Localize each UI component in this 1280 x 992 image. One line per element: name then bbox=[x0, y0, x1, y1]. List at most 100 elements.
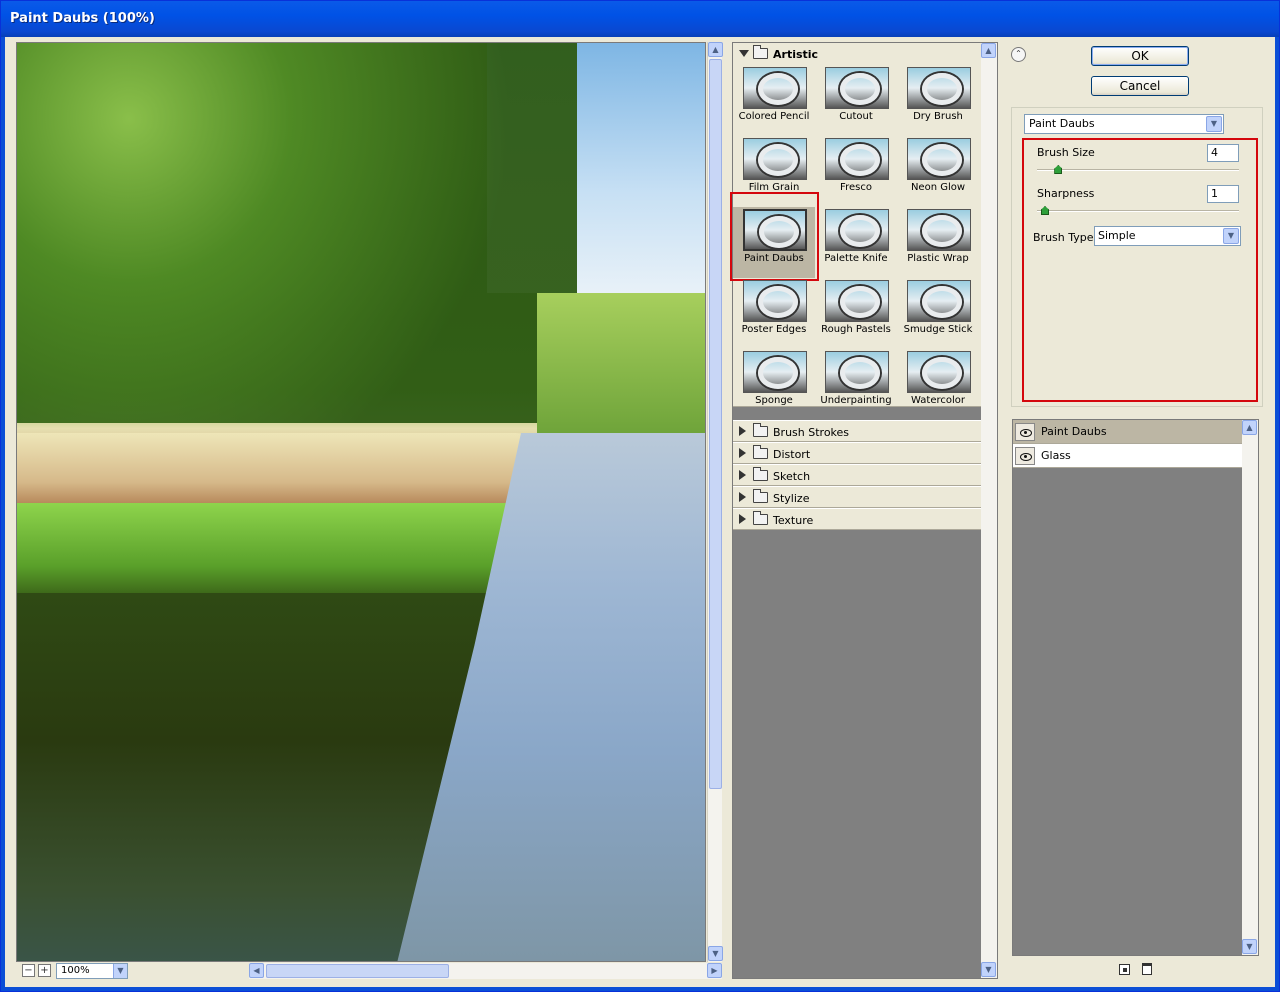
folder-open-icon bbox=[753, 45, 768, 59]
folder-icon bbox=[753, 511, 768, 525]
filter-thumbnail[interactable]: Underpainting bbox=[815, 349, 897, 420]
filter-thumbnail[interactable]: Dry Brush bbox=[897, 65, 979, 136]
folder-brush-strokes[interactable]: Brush Strokes bbox=[733, 420, 981, 442]
effect-layer-row[interactable]: Glass bbox=[1013, 444, 1243, 468]
window-title: Paint Daubs (100%) bbox=[10, 11, 155, 26]
filter-thumbnail-image bbox=[825, 138, 889, 180]
filter-thumbnail-label: Rough Pastels bbox=[821, 324, 891, 335]
triangle-down-icon bbox=[739, 50, 749, 57]
triangle-right-icon bbox=[739, 492, 746, 502]
sharpness-slider[interactable] bbox=[1037, 206, 1239, 215]
eye-icon[interactable] bbox=[1015, 423, 1035, 441]
brush-size-label: Brush Size bbox=[1037, 146, 1095, 159]
brush-size-input[interactable]: 4 bbox=[1207, 144, 1239, 162]
filter-thumbnail[interactable]: Plastic Wrap bbox=[897, 207, 979, 278]
triangle-right-icon bbox=[739, 470, 746, 480]
filter-thumbnail-image bbox=[825, 209, 889, 251]
folder-icon bbox=[753, 423, 768, 437]
preview-vertical-scrollbar[interactable]: ▲ ▼ bbox=[707, 42, 723, 962]
folder-stylize[interactable]: Stylize bbox=[733, 486, 981, 508]
zoom-out-button[interactable]: − bbox=[22, 964, 35, 977]
filter-thumbnail[interactable]: Rough Pastels bbox=[815, 278, 897, 349]
folder-label: Artistic bbox=[773, 48, 819, 61]
zoom-select[interactable]: 100% ▼ bbox=[56, 963, 128, 979]
filter-thumbnail[interactable]: Poster Edges bbox=[733, 278, 815, 349]
filter-thumbnail-label: Palette Knife bbox=[824, 253, 888, 264]
layers-scrollbar[interactable]: ▲ ▼ bbox=[1242, 420, 1258, 955]
cancel-button[interactable]: Cancel bbox=[1091, 76, 1189, 96]
triangle-right-icon bbox=[739, 448, 746, 458]
sharpness-slider-knob[interactable] bbox=[1041, 206, 1049, 215]
preview-horizontal-scrollbar[interactable]: ◀ ▶ bbox=[249, 963, 722, 979]
folder-label: Distort bbox=[773, 448, 811, 461]
filter-thumbnail-label: Colored Pencil bbox=[738, 111, 810, 122]
filter-thumbnail[interactable]: Watercolor bbox=[897, 349, 979, 420]
gallery-scroll-down[interactable]: ▼ bbox=[981, 962, 996, 977]
preview-hscroll-thumb[interactable] bbox=[266, 964, 449, 978]
gallery-scroll-up[interactable]: ▲ bbox=[981, 43, 996, 58]
eye-icon[interactable] bbox=[1015, 447, 1035, 465]
sharpness-input[interactable]: 1 bbox=[1207, 185, 1239, 203]
filter-thumbnail[interactable]: Fresco bbox=[815, 136, 897, 207]
filter-thumbnail-label: Fresco bbox=[840, 182, 872, 193]
filter-select[interactable]: Paint Daubs ▼ bbox=[1024, 114, 1224, 134]
delete-effect-layer-icon[interactable] bbox=[1142, 963, 1152, 975]
filter-thumbnail-label: Smudge Stick bbox=[903, 324, 973, 335]
filter-thumbnail[interactable]: Sponge bbox=[733, 349, 815, 420]
folder-texture[interactable]: Texture bbox=[733, 508, 981, 530]
folder-sketch[interactable]: Sketch bbox=[733, 464, 981, 486]
brush-size-slider[interactable] bbox=[1037, 165, 1239, 174]
gallery-scrollbar[interactable]: ▲ ▼ bbox=[981, 43, 997, 978]
preview-sand bbox=[17, 433, 557, 503]
folder-label: Brush Strokes bbox=[773, 426, 850, 439]
filter-thumbnail-image bbox=[743, 138, 807, 180]
collapse-gallery-icon[interactable]: ⌃ bbox=[1011, 47, 1026, 62]
new-effect-layer-icon[interactable] bbox=[1119, 964, 1130, 975]
filter-thumbnail-image bbox=[825, 67, 889, 109]
zoom-in-button[interactable]: + bbox=[38, 964, 51, 977]
filter-thumbnail-label: Neon Glow bbox=[910, 182, 966, 193]
folder-icon bbox=[753, 489, 768, 503]
effect-layers-panel: Paint Daubs Glass ▲ ▼ bbox=[1012, 419, 1259, 956]
scroll-down-button[interactable]: ▼ bbox=[708, 946, 723, 961]
folder-distort[interactable]: Distort bbox=[733, 442, 981, 464]
filter-thumbnail[interactable]: Neon Glow bbox=[897, 136, 979, 207]
filter-thumbnail-label: Cutout bbox=[839, 111, 873, 122]
preview-image[interactable] bbox=[16, 42, 706, 962]
folder-icon bbox=[753, 445, 768, 459]
triangle-right-icon bbox=[739, 426, 746, 436]
parameters-highlight-box: Brush Size 4 Sharpness 1 Brush Type: Sim… bbox=[1022, 138, 1258, 402]
scroll-right-button[interactable]: ▶ bbox=[707, 963, 722, 978]
scroll-left-button[interactable]: ◀ bbox=[249, 963, 264, 978]
ok-button[interactable]: OK bbox=[1091, 46, 1189, 66]
selected-filter-highlight bbox=[730, 192, 819, 281]
filter-thumbnail[interactable]: Cutout bbox=[815, 65, 897, 136]
filter-gallery-window: Paint Daubs (100%) ▲ ▼ − + 100% ▼ ◀ ▶ Ar… bbox=[0, 0, 1280, 992]
filter-thumbnail-image bbox=[743, 280, 807, 322]
brush-type-select[interactable]: Simple ▼ bbox=[1094, 226, 1241, 246]
chevron-down-icon[interactable]: ▼ bbox=[113, 964, 127, 978]
scroll-up-button[interactable]: ▲ bbox=[708, 42, 723, 57]
layers-scroll-up[interactable]: ▲ bbox=[1242, 420, 1257, 435]
chevron-down-icon[interactable]: ▼ bbox=[1206, 116, 1222, 132]
filter-thumbnail[interactable]: Smudge Stick bbox=[897, 278, 979, 349]
folder-label: Sketch bbox=[773, 470, 811, 483]
filter-thumbnail[interactable]: Paint Daubs bbox=[730, 192, 819, 281]
filter-thumbnail-image bbox=[743, 67, 807, 109]
title-bar[interactable]: Paint Daubs (100%) bbox=[1, 1, 1279, 37]
effect-layer-name: Paint Daubs bbox=[1041, 425, 1107, 438]
effect-layer-row[interactable]: Paint Daubs bbox=[1013, 420, 1243, 444]
folder-artistic-header[interactable]: Artistic bbox=[733, 43, 981, 64]
frame-right bbox=[1275, 37, 1279, 991]
brush-size-slider-knob[interactable] bbox=[1054, 165, 1063, 174]
filter-thumbnail-label: Sponge bbox=[755, 395, 793, 406]
preview-far-bank bbox=[537, 293, 705, 433]
filter-thumbnail-image bbox=[825, 280, 889, 322]
filter-thumbnail-image bbox=[907, 280, 971, 322]
filter-settings-panel: Paint Daubs ▼ Brush Size 4 Sharpness 1 B… bbox=[1011, 107, 1263, 407]
chevron-down-icon[interactable]: ▼ bbox=[1223, 228, 1239, 244]
filter-thumbnail[interactable]: Palette Knife bbox=[815, 207, 897, 278]
preview-vscroll-thumb[interactable] bbox=[709, 59, 722, 789]
layers-scroll-down[interactable]: ▼ bbox=[1242, 939, 1257, 954]
filter-thumbnail[interactable]: Colored Pencil bbox=[733, 65, 815, 136]
